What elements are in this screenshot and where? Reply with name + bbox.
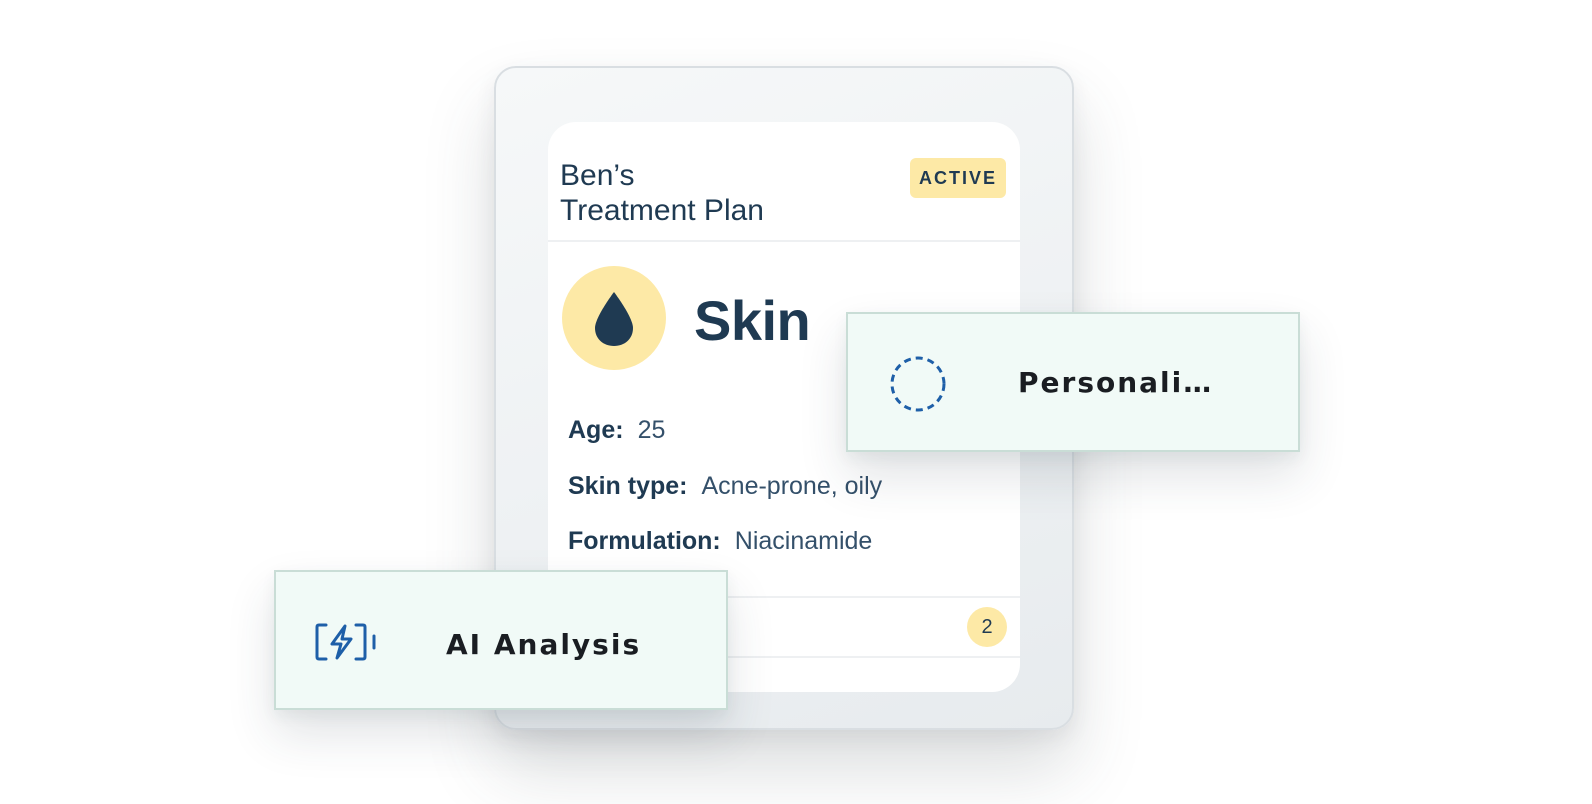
category-title: Skin	[694, 289, 811, 352]
personalize-label: Personali…	[1018, 366, 1214, 399]
count-badge: 2	[967, 607, 1007, 647]
detail-label: Skin type:	[568, 472, 688, 500]
plan-title: Ben’s Treatment Plan	[560, 159, 764, 227]
card-header: Ben’s Treatment Plan ACTIVE	[548, 122, 1020, 242]
personalize-card[interactable]: Personali…	[846, 312, 1300, 452]
detail-row-formulation: Formulation: Niacinamide	[568, 527, 872, 556]
detail-value: Niacinamide	[734, 527, 873, 555]
detail-row-age: Age: 25	[568, 416, 665, 445]
detail-value: 25	[637, 416, 666, 444]
ai-analysis-card[interactable]: AI Analysis	[274, 570, 728, 710]
detail-row-skin-type: Skin type: Acne-prone, oily	[568, 472, 882, 501]
water-drop-icon	[562, 266, 666, 370]
status-badge: ACTIVE	[910, 158, 1006, 198]
ai-analysis-label: AI Analysis	[446, 628, 642, 661]
stage: Ben’s Treatment Plan ACTIVE Skin Age: 25 …	[0, 0, 1592, 804]
detail-value: Acne-prone, oily	[701, 472, 883, 500]
dashed-circle-icon	[890, 356, 946, 412]
detail-label: Age:	[568, 416, 624, 444]
battery-bolt-icon	[315, 623, 376, 661]
detail-label: Formulation:	[568, 527, 721, 555]
